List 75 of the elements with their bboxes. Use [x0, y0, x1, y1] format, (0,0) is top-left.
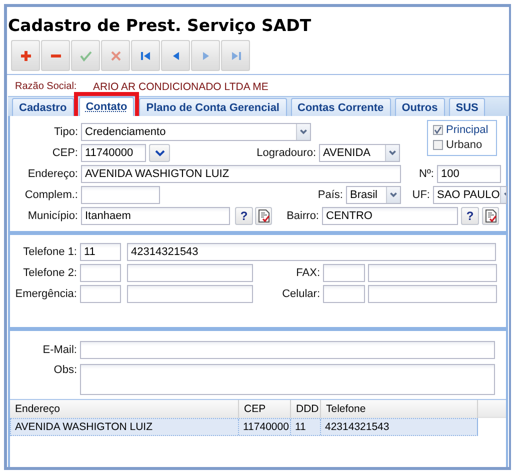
ddd-field[interactable]: [323, 285, 365, 303]
window-title: Cadastro de Prest. Serviço SADT: [7, 15, 312, 37]
remove-button[interactable]: [41, 40, 70, 71]
complement-field[interactable]: [81, 186, 160, 204]
chevron-down-icon: [154, 149, 164, 157]
dropdown-field[interactable]: Credenciamento: [81, 123, 311, 141]
document-check-icon: [258, 209, 270, 223]
ddd-field[interactable]: [80, 285, 121, 303]
close-icon: [110, 50, 122, 62]
field-label: País:: [316, 189, 344, 201]
checkbox[interactable]: [433, 125, 443, 135]
field-label: CEP:: [51, 147, 79, 159]
table-cell: 42314321543: [321, 419, 478, 435]
first-button[interactable]: [131, 40, 160, 71]
table-cell: 11740000: [239, 419, 291, 435]
checkbox-label: Principal: [446, 124, 488, 136]
previous-button[interactable]: [161, 40, 190, 71]
tab[interactable]: Plano de Conta Gerencial: [139, 98, 286, 116]
phone-field[interactable]: [368, 285, 497, 303]
field-label: Tipo:: [52, 126, 79, 138]
checkbox-label: Urbano: [446, 139, 482, 151]
dropdown-field[interactable]: SAO PAULO: [433, 186, 507, 204]
ddd-field[interactable]: [80, 264, 121, 282]
help-button[interactable]: ?: [235, 207, 253, 225]
lookup-button[interactable]: [482, 207, 499, 225]
tab[interactable]: Contas Corrente: [290, 98, 391, 116]
field-label: Emergência:: [14, 288, 78, 300]
checkbox[interactable]: [433, 140, 443, 150]
field-label: Endereço:: [26, 168, 79, 180]
add-button[interactable]: [11, 40, 40, 71]
table-cell: AVENIDA WASHIGTON LUIZ: [11, 419, 239, 435]
phone-field[interactable]: 42314321543: [127, 243, 496, 261]
field-label: Logradouro:: [256, 147, 317, 159]
field-label: FAX:: [295, 267, 321, 279]
check-icon: [80, 50, 92, 62]
notes-field[interactable]: [80, 364, 495, 395]
field-label: Nº:: [418, 168, 435, 180]
plus-icon: [20, 50, 32, 62]
tab[interactable]: Cadastro: [12, 98, 74, 116]
field-label: Município:: [26, 210, 79, 222]
checkmark-icon: [434, 126, 442, 134]
dropdown-field[interactable]: AVENIDA: [319, 144, 400, 162]
help-button[interactable]: ?: [461, 207, 479, 225]
ddd-field[interactable]: 11: [80, 243, 121, 261]
field-label: Bairro:: [286, 210, 320, 222]
table-cell: 11: [291, 419, 321, 435]
field-label: Telefone 1:: [22, 246, 78, 258]
phone-field[interactable]: [127, 264, 253, 282]
table-row[interactable]: AVENIDA WASHIGTON LUIZ 11740000 11 42314321543: [10, 418, 478, 436]
tab[interactable]: SUS: [448, 98, 486, 116]
field-label: Telefone 2:: [22, 267, 78, 279]
last-icon: [230, 50, 242, 62]
dropdown-field[interactable]: Brasil: [346, 186, 401, 204]
ddd-field[interactable]: [323, 264, 365, 282]
phone-field[interactable]: [127, 285, 253, 303]
first-icon: [140, 50, 152, 62]
tab[interactable]: Outros: [394, 98, 445, 116]
field-label: Celular:: [281, 288, 321, 300]
field-label: Razão Social:: [15, 81, 78, 94]
address-field[interactable]: AVENIDA WASHIGTON LUIZ: [81, 165, 401, 183]
field-label: Complem.:: [24, 189, 79, 201]
field-label: UF:: [411, 189, 431, 201]
lookup-button[interactable]: [255, 207, 272, 225]
number-field[interactable]: 100: [437, 165, 501, 183]
cep-field[interactable]: 11740000: [81, 144, 146, 162]
field-label: Obs:: [52, 364, 78, 378]
email-field[interactable]: [80, 341, 495, 359]
document-check-icon: [484, 209, 496, 223]
cep-dropdown-button[interactable]: [149, 144, 170, 162]
tab[interactable]: Contato: [78, 97, 134, 116]
field-label: E-Mail:: [42, 344, 78, 356]
city-field[interactable]: Itanhaem: [81, 207, 230, 225]
district-field[interactable]: CENTRO: [322, 207, 458, 225]
phone-field[interactable]: [368, 264, 497, 282]
company-name: ARIO AR CONDICIONADO LTDA ME: [93, 81, 268, 95]
